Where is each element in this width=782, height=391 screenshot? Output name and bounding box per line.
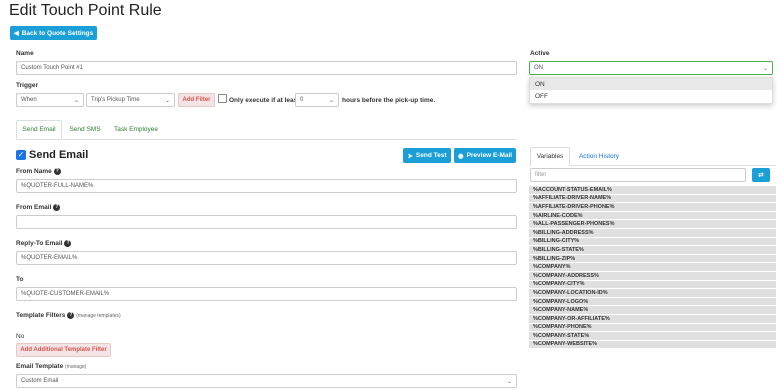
from-email-label: From Email? xyxy=(16,204,61,212)
email-template-label: Email Template (manage) xyxy=(16,363,87,370)
only-execute-label: Only execute if at least xyxy=(229,97,300,104)
hours-select[interactable]: 0 ⌄ xyxy=(295,93,339,107)
template-filters-value: No xyxy=(16,333,25,340)
back-to-quote-settings-button[interactable]: ◀ Back to Quote Settings xyxy=(10,26,97,40)
variable-item[interactable]: %COMPANY% xyxy=(529,263,776,272)
chevron-down-icon: ⌄ xyxy=(328,98,334,104)
trigger-when-select[interactable]: When ⌄ xyxy=(16,93,84,107)
chevron-down-icon: ⌄ xyxy=(762,66,768,72)
chevron-down-icon: ⌄ xyxy=(506,379,512,385)
variable-item[interactable]: %COMPANY-LOGO% xyxy=(529,297,776,307)
name-input[interactable]: Custom Touch Point #1 xyxy=(16,61,517,75)
eye-icon: ◉ xyxy=(457,152,464,160)
variable-item[interactable]: %COMPANY-WEBSITE% xyxy=(529,340,776,350)
email-template-select[interactable]: Custom Email ⌄ xyxy=(16,374,517,388)
active-dropdown: ON OFF xyxy=(529,77,773,104)
trigger-label: Trigger xyxy=(16,82,39,89)
preview-email-button[interactable]: ◉ Preview E-Mail xyxy=(454,148,516,163)
variable-item[interactable]: %BILLING-ZIP% xyxy=(529,254,776,264)
reply-to-label: Reply-To Email? xyxy=(16,240,72,248)
help-icon[interactable]: ? xyxy=(64,240,72,247)
variable-item[interactable]: %BILLING-STATE% xyxy=(529,246,776,255)
tab-divider xyxy=(16,139,517,140)
chevron-down-icon: ⌄ xyxy=(73,98,79,104)
hours-suffix-label: hours before the pick-up time. xyxy=(342,97,436,104)
trigger-event-select[interactable]: Trip's Pickup Time ⌄ xyxy=(86,93,175,107)
active-select[interactable]: ON ⌄ xyxy=(529,61,773,75)
active-label: Active xyxy=(530,50,550,57)
help-icon[interactable]: ? xyxy=(53,204,61,211)
variable-item[interactable]: %COMPANY-NAME% xyxy=(529,306,776,315)
to-input[interactable]: %QUOTE-CUSTOMER-EMAIL% xyxy=(16,287,517,301)
help-icon[interactable]: ? xyxy=(67,312,75,319)
reply-to-input[interactable]: %QUOTER-EMAIL% xyxy=(16,251,517,265)
to-label: To xyxy=(16,276,24,283)
add-template-filter-button[interactable]: Add Additional Template Filter xyxy=(16,343,111,357)
variable-item[interactable]: %AFFILIATE-DRIVER-NAME% xyxy=(529,194,776,204)
variable-item[interactable]: %BILLING-ADDRESS% xyxy=(529,228,776,238)
name-label: Name xyxy=(16,50,34,57)
variable-item[interactable]: %COMPANY-OR-AFFILIATE% xyxy=(529,314,776,324)
variable-item[interactable]: %AIRLINE-CODE% xyxy=(529,211,776,221)
variable-item[interactable]: %COMPANY-STATE% xyxy=(529,332,776,341)
variable-item[interactable]: %BILLING-CITY% xyxy=(529,237,776,247)
tab-variables[interactable]: Variables xyxy=(530,147,570,166)
refresh-icon[interactable]: ⇄ xyxy=(752,168,770,182)
variable-item[interactable]: %AFFILIATE-DRIVER-PHONE% xyxy=(529,203,776,212)
from-name-label: From Name? xyxy=(16,168,61,176)
arrow-left-circle-icon: ◀ xyxy=(13,30,19,37)
variable-item[interactable]: %COMPANY-ADDRESS% xyxy=(529,271,776,281)
from-name-input[interactable]: %QUOTER-FULL-NAME% xyxy=(16,179,517,193)
add-filter-button[interactable]: Add Filter xyxy=(178,93,215,107)
help-icon[interactable]: ? xyxy=(53,168,61,175)
send-email-checkbox[interactable]: ✓ xyxy=(16,150,26,160)
page-title: Edit Touch Point Rule xyxy=(9,2,162,19)
template-filters-label: Template Filters? (manage templates) xyxy=(16,312,121,320)
active-option-off[interactable]: OFF xyxy=(530,90,772,102)
from-email-input[interactable] xyxy=(16,215,517,229)
tab-send-email[interactable]: Send Email xyxy=(16,120,62,139)
chevron-down-icon: ⌄ xyxy=(164,98,170,104)
variable-item[interactable]: %ALL-PASSENGER-PHONES% xyxy=(529,220,776,229)
tab-send-sms[interactable]: Send SMS xyxy=(64,120,106,139)
paper-plane-icon: ➤ xyxy=(407,152,413,160)
variable-item[interactable]: %COMPANY-PHONE% xyxy=(529,323,776,333)
only-execute-checkbox[interactable] xyxy=(218,94,227,103)
variable-item[interactable]: %COMPANY-CITY% xyxy=(529,280,776,290)
variable-item[interactable]: %COMPANY-LOCATION-ID% xyxy=(529,289,776,298)
variables-list: %ACCOUNT-STATUS-EMAIL% %AFFILIATE-DRIVER-… xyxy=(529,186,776,391)
tab-action-history[interactable]: Action History xyxy=(574,147,624,166)
send-test-button[interactable]: ➤ Send Test xyxy=(403,148,451,163)
active-option-on[interactable]: ON xyxy=(530,78,772,90)
manage-templates-link[interactable]: (manage templates) xyxy=(76,313,120,319)
tab-task-employee[interactable]: Task Employee xyxy=(108,120,164,139)
email-template-manage-link[interactable]: (manage) xyxy=(65,364,86,370)
variable-item[interactable]: %ACCOUNT-STATUS-EMAIL% xyxy=(529,186,776,195)
variables-filter-input[interactable]: filter xyxy=(530,168,746,182)
send-email-heading: Send Email xyxy=(29,149,89,161)
